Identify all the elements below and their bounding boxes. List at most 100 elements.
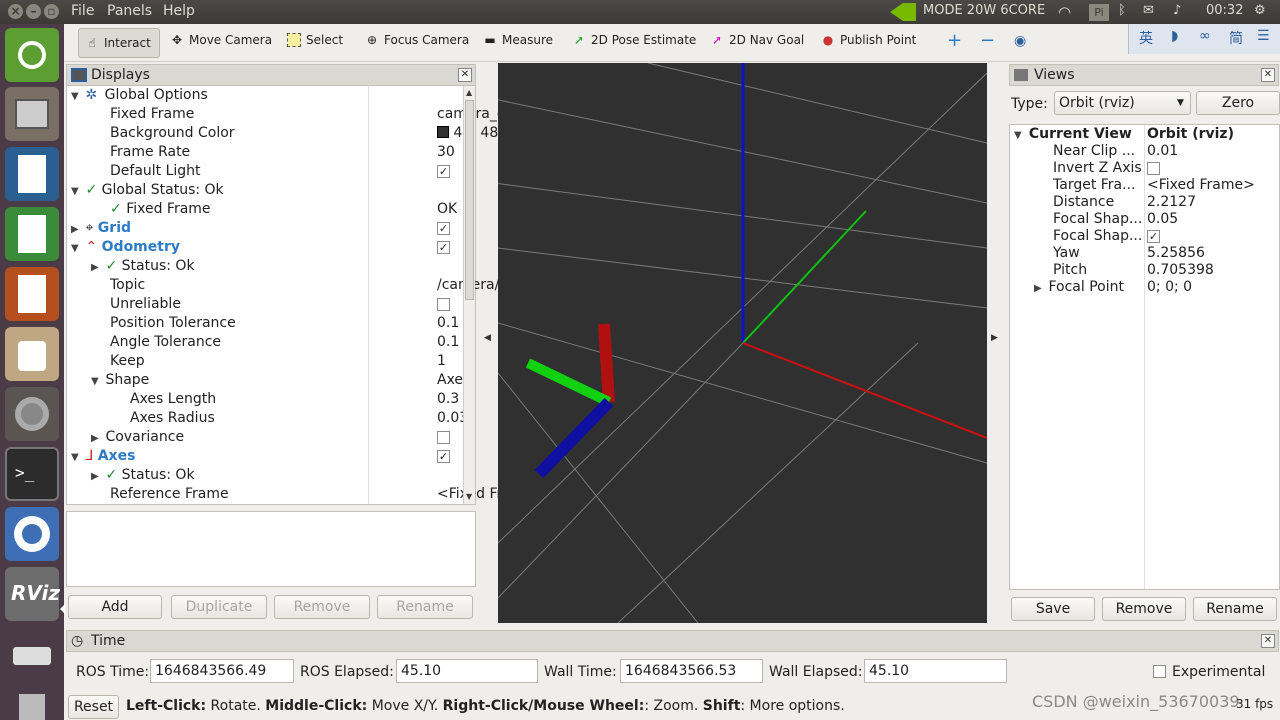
rviz-icon[interactable]: RViz — [5, 567, 61, 621]
displays-close-button[interactable]: ✕ — [458, 68, 472, 82]
invert-z-checkbox[interactable] — [1147, 161, 1160, 175]
power-mode-label[interactable]: MODE 20W 6CORE — [923, 3, 1045, 18]
rename-view-button[interactable]: Rename — [1193, 597, 1277, 621]
scroll-down-icon[interactable]: ▼ — [466, 492, 472, 501]
views-close-button[interactable]: ✕ — [1261, 68, 1275, 82]
tree-row-axes-status[interactable]: ▶ ✓ Status: Ok — [91, 466, 195, 485]
menu-help[interactable]: Help — [163, 3, 195, 19]
drive-icon[interactable] — [5, 627, 59, 681]
simplified-icon[interactable]: 简 — [1229, 28, 1243, 48]
remove-view-button[interactable]: Remove — [1102, 597, 1186, 621]
expand-arrow-icon: ▼ — [71, 91, 79, 102]
scroll-up-icon[interactable]: ▲ — [466, 88, 472, 97]
pi-indicator[interactable]: Pi — [1089, 4, 1109, 21]
terminal-icon[interactable]: >_ — [5, 447, 59, 501]
reset-button[interactable]: Reset — [68, 695, 119, 719]
row-label: Global Status: Ok — [101, 182, 224, 198]
grid-checkbox[interactable]: ✓ — [437, 221, 450, 235]
menu-panels[interactable]: Panels — [107, 3, 152, 19]
duplicate-display-button[interactable]: Duplicate — [171, 595, 267, 619]
select-tool-button[interactable]: Select — [287, 33, 343, 47]
software-center-icon[interactable] — [5, 327, 59, 381]
add-display-button[interactable]: Add — [68, 595, 162, 619]
experimental-checkbox[interactable] — [1153, 665, 1166, 678]
zero-button[interactable]: Zero — [1196, 91, 1280, 115]
gear-icon[interactable]: ⚙ — [1254, 3, 1266, 18]
shift-key: Shift — [702, 698, 741, 714]
ros-time-field[interactable]: 1646843566.49 — [150, 659, 294, 683]
punctuation-icon[interactable]: ∞ — [1199, 28, 1211, 44]
view-type-select[interactable]: Orbit (rviz) ▼ — [1054, 91, 1191, 115]
add-tool-icon[interactable]: + — [947, 30, 962, 51]
collapse-arrow-icon: ▶ — [91, 471, 99, 482]
input-method-bar: 英 ◗ ∞ 简 ☰ — [1128, 24, 1280, 54]
remove-tool-icon[interactable]: − — [980, 30, 995, 51]
wall-elapsed-field[interactable]: 45.10 — [864, 659, 1007, 683]
description-area — [66, 511, 476, 587]
odometry-checkbox[interactable]: ✓ — [437, 240, 450, 254]
ime-settings-icon[interactable]: ☰ — [1257, 28, 1270, 44]
collapse-left-icon[interactable]: ◀ — [484, 333, 491, 343]
render-viewport[interactable] — [498, 63, 987, 623]
move-camera-button[interactable]: ✥ Move Camera — [170, 33, 272, 47]
focus-camera-button[interactable]: ⊕ Focus Camera — [365, 33, 469, 47]
writer-icon[interactable] — [5, 147, 59, 201]
bluetooth-icon[interactable]: ᛒ — [1118, 3, 1126, 18]
time-close-button[interactable]: ✕ — [1261, 634, 1275, 648]
y-axis — [742, 210, 867, 344]
displays-tree[interactable]: ▼ ✲ Global Options Fixed Frame camera_o.… — [66, 85, 525, 505]
settings-icon[interactable] — [5, 387, 59, 441]
save-view-button[interactable]: Save — [1011, 597, 1095, 621]
covariance-checkbox[interactable] — [437, 430, 450, 444]
pose-estimate-button[interactable]: ➚ 2D Pose Estimate — [572, 33, 696, 47]
menu-file[interactable]: File — [71, 3, 94, 19]
tree-row-odometry-status[interactable]: ▶ ✓ Status: Ok — [91, 257, 195, 276]
collapse-right-icon[interactable]: ▶ — [991, 333, 998, 343]
tree-row-odometry[interactable]: ▼ ⌃ Odometry — [71, 238, 180, 257]
mail-icon[interactable]: ✉ — [1143, 3, 1154, 18]
focal-point-row[interactable]: ▶ Focal Point — [1034, 278, 1124, 297]
axes-checkbox[interactable]: ✓ — [437, 449, 450, 463]
default-light-checkbox[interactable]: ✓ — [437, 164, 450, 178]
ros-elapsed-field[interactable]: 45.10 — [396, 659, 538, 683]
moon-icon[interactable]: ◗ — [1171, 28, 1178, 44]
unreliable-checkbox[interactable] — [437, 297, 450, 311]
chromium-icon[interactable] — [5, 507, 59, 561]
focal-point-value[interactable]: 0; 0; 0 — [1147, 278, 1192, 297]
tree-row-global-options[interactable]: ▼ ✲ Global Options — [71, 86, 471, 105]
file-manager-icon[interactable] — [5, 87, 59, 141]
eye-icon[interactable]: ◉ — [1014, 33, 1026, 49]
focal-shape-checkbox[interactable]: ✓ — [1147, 229, 1160, 243]
tree-row-grid[interactable]: ▶ ⌖ Grid — [71, 219, 131, 238]
ubuntu-logo-icon[interactable] — [5, 28, 59, 82]
wifi-icon[interactable]: ◠ — [1058, 3, 1071, 21]
close-window-icon[interactable]: × — [8, 4, 23, 19]
impress-icon[interactable] — [5, 267, 59, 321]
rename-display-button[interactable]: Rename — [377, 595, 473, 619]
volume-icon[interactable]: ♪ — [1173, 3, 1181, 18]
tree-row-covariance[interactable]: ▶ Covariance — [91, 428, 184, 447]
rviz-label: RViz — [11, 581, 61, 605]
calc-icon[interactable] — [5, 207, 59, 261]
collapse-arrow-icon: ▶ — [91, 262, 99, 273]
scroll-thumb[interactable] — [465, 100, 474, 300]
row-label-angle-tolerance: Angle Tolerance — [110, 334, 222, 350]
nvidia-icon[interactable] — [890, 3, 916, 21]
trash-icon[interactable] — [5, 684, 59, 720]
tree-row-axes[interactable]: ▼ ⅃ Axes — [71, 447, 135, 466]
measure-button[interactable]: ▬ Measure — [483, 33, 553, 47]
wall-time-field[interactable]: 1646843566.53 — [620, 659, 763, 683]
views-tree[interactable]: ▼ Current View Orbit (rviz) Near Clip ..… — [1009, 124, 1280, 590]
collapse-arrow-icon: ▶ — [91, 433, 99, 444]
tree-row-global-status[interactable]: ▼ ✓ Global Status: Ok — [71, 181, 224, 200]
clock[interactable]: 00:32 — [1206, 3, 1243, 18]
interact-tool-button[interactable]: ☝ Interact — [78, 28, 160, 58]
publish-point-button[interactable]: ● Publish Point — [821, 33, 917, 47]
minimize-window-icon[interactable]: – — [26, 4, 41, 19]
nav-goal-button[interactable]: ➚ 2D Nav Goal — [710, 33, 804, 47]
tree-row-shape[interactable]: ▼ Shape — [91, 371, 149, 390]
lang-icon[interactable]: 英 — [1139, 28, 1153, 48]
restore-window-icon[interactable]: ▫ — [44, 4, 59, 19]
displays-scrollbar[interactable]: ▲ ▼ — [463, 86, 475, 504]
remove-display-button[interactable]: Remove — [274, 595, 370, 619]
